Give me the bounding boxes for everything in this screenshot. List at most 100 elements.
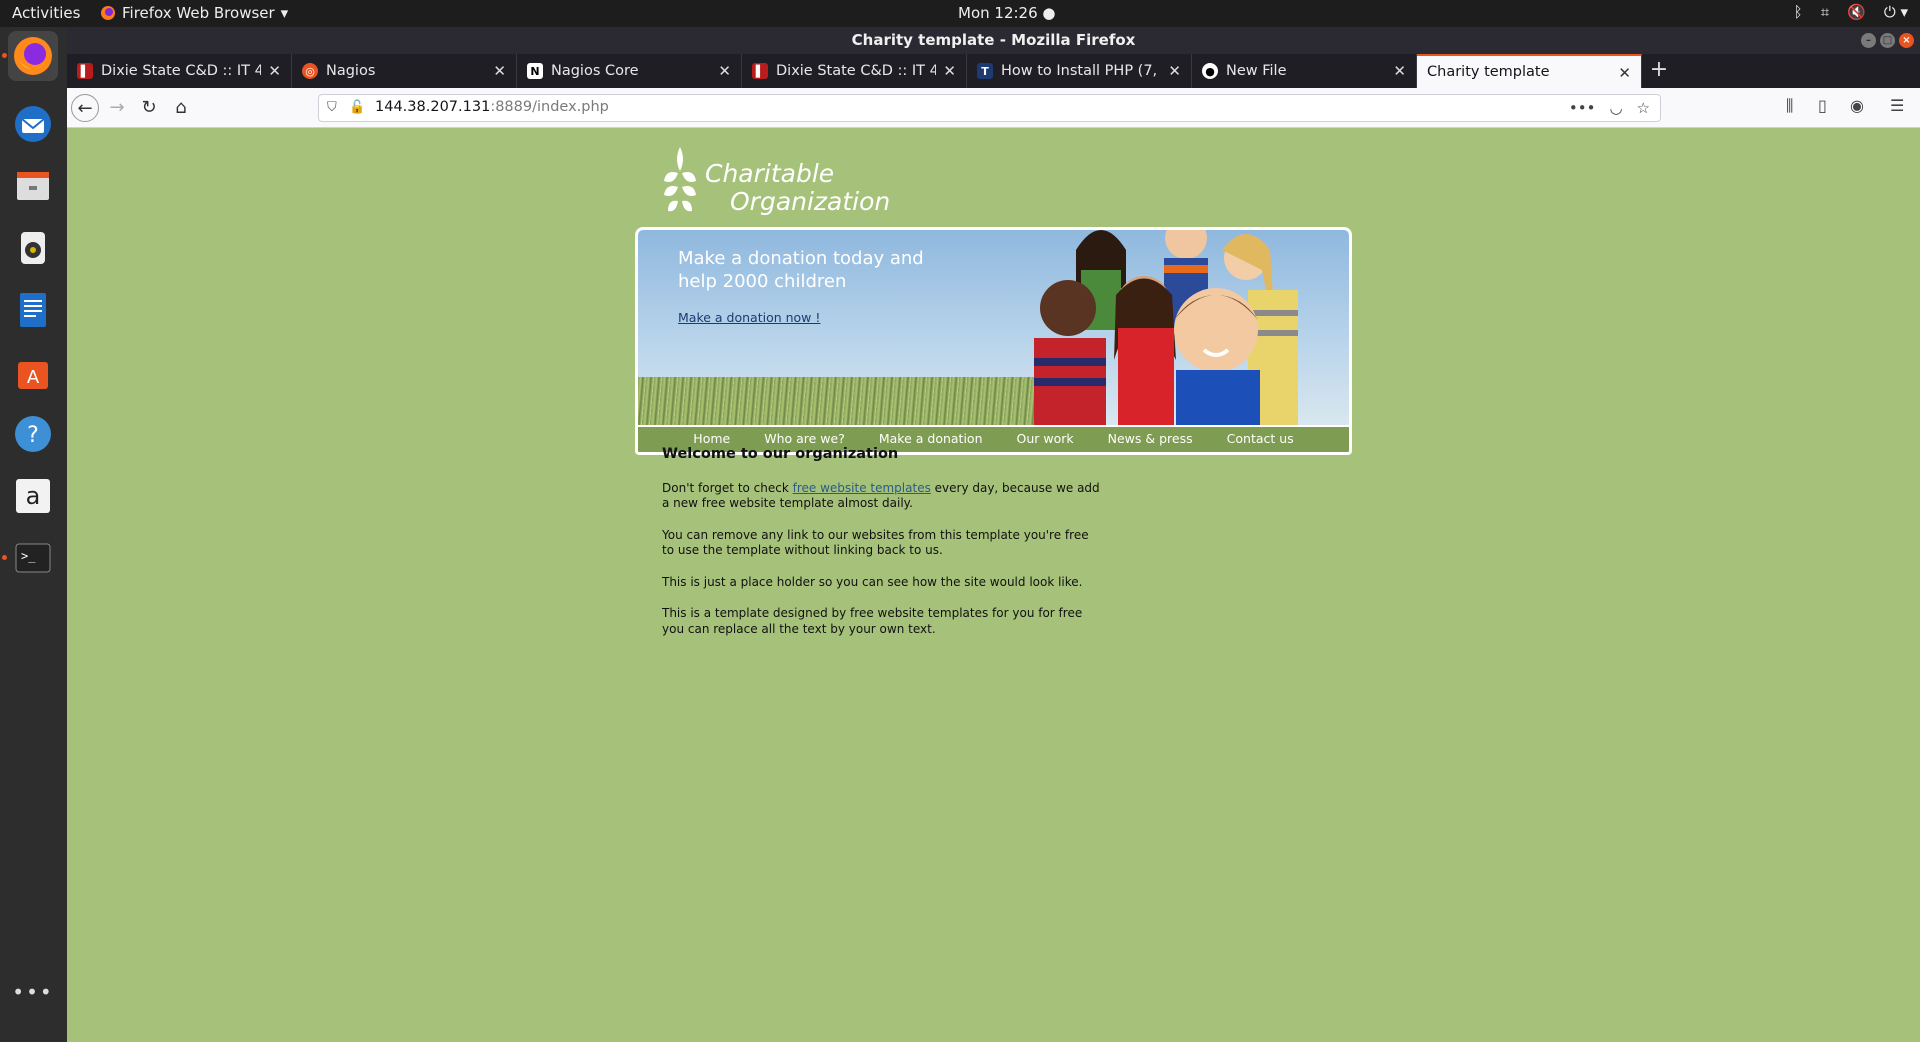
dixie-state-favicon-icon: ▌ <box>77 63 93 79</box>
tab-dixie-1[interactable]: ▌ Dixie State C&D :: IT 4200 ✕ <box>67 54 292 88</box>
main-content: Welcome to our organization Don't forget… <box>662 446 1102 653</box>
dock-files[interactable] <box>8 161 58 211</box>
nav-news-press[interactable]: News & press <box>1091 427 1210 452</box>
reload-button[interactable]: ↻ <box>135 94 163 122</box>
nav-contact-us[interactable]: Contact us <box>1210 427 1311 452</box>
home-icon: ⌂ <box>175 97 187 118</box>
page-actions-icon[interactable]: ••• <box>1569 99 1596 117</box>
volume-icon: 🔇 <box>1847 3 1866 21</box>
dock-libreoffice-writer[interactable] <box>8 285 58 335</box>
back-button[interactable]: ← <box>71 94 99 122</box>
amazon-icon: a <box>16 479 50 513</box>
url-path: :8889/index.php <box>490 99 609 115</box>
paragraph-4: This is a template designed by free webs… <box>662 606 1083 636</box>
dock-help[interactable]: ? <box>8 409 58 459</box>
tab-install-php[interactable]: T How to Install PHP (7, 7.2 ✕ <box>967 54 1192 88</box>
home-button[interactable]: ⌂ <box>167 94 195 122</box>
close-tab-icon[interactable]: ✕ <box>268 62 281 80</box>
minimize-button[interactable]: – <box>1861 33 1876 48</box>
activities-button[interactable]: Activities <box>12 4 80 22</box>
network-icon: ⌗ <box>1820 3 1830 21</box>
tab-label: Nagios Core <box>551 63 639 79</box>
tab-label: Dixie State C&D :: IT 4200 <box>776 63 936 79</box>
maximize-button[interactable]: □ <box>1880 33 1895 48</box>
tab-charity-template[interactable]: Charity template ✕ <box>1417 54 1642 88</box>
dock-amazon[interactable]: a <box>8 471 58 521</box>
account-icon[interactable]: ◉ <box>1850 96 1864 115</box>
pocket-icon[interactable]: ◡ <box>1609 99 1622 117</box>
close-tab-icon[interactable]: ✕ <box>718 62 731 80</box>
close-tab-icon[interactable]: ✕ <box>1393 62 1406 80</box>
dock-firefox[interactable] <box>8 31 58 81</box>
dixie-state-favicon-icon: ▌ <box>752 63 768 79</box>
new-tab-button[interactable]: + <box>1642 54 1676 88</box>
tab-dixie-2[interactable]: ▌ Dixie State C&D :: IT 4200 ✕ <box>742 54 967 88</box>
firefox-icon <box>14 37 52 75</box>
forward-button[interactable]: → <box>103 94 131 122</box>
arrow-left-icon: ← <box>77 98 93 119</box>
logo-line-1: Charitable <box>705 159 835 188</box>
reload-icon: ↻ <box>141 97 157 118</box>
app-menu[interactable]: Firefox Web Browser ▾ <box>100 4 288 22</box>
url-text[interactable]: 144.38.207.131:8889/index.php <box>375 99 609 115</box>
plus-icon: + <box>1649 57 1669 82</box>
dock: A ? a >_ ••• <box>0 27 67 1042</box>
web-page: Charitable Organization Make a donation … <box>67 128 1920 1042</box>
system-tray[interactable]: ᛒ ⌗ 🔇 ⏻ ▾ <box>1794 3 1908 21</box>
children-photo <box>1034 230 1298 425</box>
svg-text:A: A <box>27 367 40 388</box>
donate-now-link[interactable]: Make a donation now ! <box>678 310 820 325</box>
svg-text:?: ? <box>27 423 39 448</box>
bookmark-star-icon[interactable]: ☆ <box>1637 99 1650 117</box>
help-icon: ? <box>15 416 51 452</box>
clock[interactable]: Mon 12:26 ● <box>958 4 1055 22</box>
paragraph-2: You can remove any link to our websites … <box>662 527 1089 558</box>
thunderbird-icon <box>15 106 51 142</box>
hamburger-menu-icon[interactable]: ☰ <box>1890 96 1904 115</box>
document-icon <box>20 293 46 327</box>
tab-nagios[interactable]: ◎ Nagios ✕ <box>292 54 517 88</box>
ubuntu-favicon-icon: ◎ <box>302 63 318 79</box>
file-cabinet-icon <box>17 172 49 200</box>
app-menu-label: Firefox Web Browser <box>122 4 275 22</box>
free-website-templates-link[interactable]: free website templates <box>793 481 931 495</box>
bluetooth-icon: ᛒ <box>1793 3 1803 21</box>
close-tab-icon[interactable]: ✕ <box>1618 64 1631 82</box>
tab-bar: ▌ Dixie State C&D :: IT 4200 ✕ ◎ Nagios … <box>67 54 1920 88</box>
nagios-favicon-icon: N <box>527 63 543 79</box>
svg-text:>_: >_ <box>21 549 36 563</box>
insecure-lock-icon[interactable]: 🔓 <box>349 100 365 115</box>
tutorial-favicon-icon: T <box>977 63 993 79</box>
tab-nagios-core[interactable]: N Nagios Core ✕ <box>517 54 742 88</box>
logo-line-2: Organization <box>730 187 891 216</box>
close-tab-icon[interactable]: ✕ <box>1168 62 1181 80</box>
tab-label: How to Install PHP (7, 7.2 <box>1001 63 1161 79</box>
show-applications-button[interactable]: ••• <box>8 977 58 1007</box>
paragraph-1-text: Don't forget to check <box>662 480 793 495</box>
grass-image <box>638 377 1058 425</box>
sidebar-icon[interactable]: ▯ <box>1818 96 1827 115</box>
tab-label: Charity template <box>1427 64 1550 80</box>
dock-thunderbird[interactable] <box>8 99 58 149</box>
firefox-icon <box>101 6 115 20</box>
chevron-down-icon: ▾ <box>280 4 289 22</box>
close-tab-icon[interactable]: ✕ <box>493 62 506 80</box>
url-bar[interactable]: ⛉ 🔓 144.38.207.131:8889/index.php ••• ◡ … <box>318 94 1661 122</box>
dock-software[interactable]: A <box>8 347 58 397</box>
tab-label: Dixie State C&D :: IT 4200 <box>101 63 261 79</box>
banner-headline: Make a donation today and help 2000 chil… <box>678 248 924 292</box>
arrow-right-icon: → <box>109 97 125 118</box>
close-tab-icon[interactable]: ✕ <box>943 62 956 80</box>
navigation-toolbar: ← → ↻ ⌂ ⛉ 🔓 144.38.207.131:8889/index.ph… <box>67 88 1920 128</box>
close-window-button[interactable]: × <box>1899 33 1914 48</box>
dock-terminal[interactable]: >_ <box>8 533 58 583</box>
site-logo[interactable]: Charitable Organization <box>660 145 890 217</box>
dock-rhythmbox[interactable] <box>8 223 58 273</box>
tab-label: New File <box>1226 63 1287 79</box>
shield-icon[interactable]: ⛉ <box>327 100 337 115</box>
hero-banner: Make a donation today and help 2000 chil… <box>635 227 1352 425</box>
tab-new-file[interactable]: ● New File ✕ <box>1192 54 1417 88</box>
url-host: 144.38.207.131 <box>375 99 491 115</box>
paragraph-3: This is just a place holder so you can s… <box>662 574 1083 589</box>
library-icon[interactable]: ⫼ <box>1786 96 1793 116</box>
